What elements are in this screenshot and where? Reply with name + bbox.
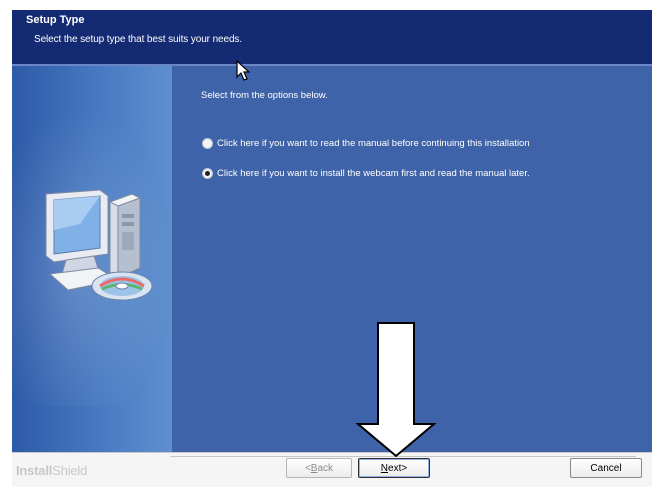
radio-button-selected[interactable] xyxy=(202,167,213,179)
wizard-header: Setup Type Select the setup type that be… xyxy=(12,10,652,66)
cancel-button[interactable]: Cancel xyxy=(570,458,642,478)
option-label: Click here if you want to install the we… xyxy=(217,167,530,179)
page-subtitle: Select the setup type that best suits yo… xyxy=(34,34,243,45)
installshield-logo: InstallShield xyxy=(16,463,88,478)
back-button[interactable]: < Back xyxy=(286,458,352,478)
down-arrow-icon xyxy=(356,322,436,458)
radio-button-unselected[interactable] xyxy=(202,137,213,149)
page-title: Setup Type xyxy=(26,14,85,26)
setup-wizard-window: Setup Type Select the setup type that be… xyxy=(0,0,658,487)
mouse-pointer-icon xyxy=(236,60,250,81)
option-read-manual-first[interactable]: Click here if you want to read the manua… xyxy=(202,136,530,150)
options-instruction: Select from the options below. xyxy=(201,90,328,101)
option-install-webcam-first[interactable]: Click here if you want to install the we… xyxy=(202,166,530,180)
side-banner xyxy=(12,66,172,452)
next-button[interactable]: Next > xyxy=(358,458,430,478)
option-label: Click here if you want to read the manua… xyxy=(217,137,530,149)
computer-with-cd-icon xyxy=(45,189,153,301)
